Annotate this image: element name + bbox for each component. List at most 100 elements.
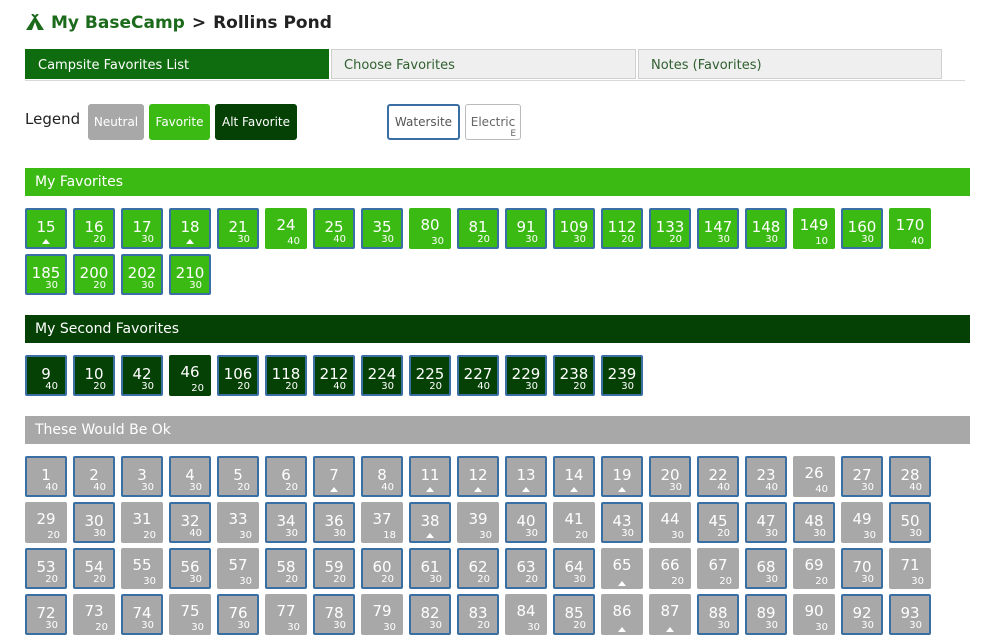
campsite-tile[interactable]: 170 40 — [889, 208, 931, 249]
campsite-tile[interactable]: 2 40 — [73, 456, 115, 497]
campsite-tile[interactable]: 1 40 — [25, 456, 67, 497]
campsite-tile[interactable]: 32 40 — [169, 502, 211, 543]
campsite-tile[interactable]: 33 30 — [217, 502, 259, 543]
campsite-tile[interactable]: 112 20 — [601, 208, 643, 249]
campsite-tile[interactable]: 30 30 — [73, 502, 115, 543]
campsite-tile[interactable]: 78 30 — [313, 594, 355, 635]
campsite-tile[interactable]: 19 — [601, 456, 643, 497]
campsite-tile[interactable]: 87 — [649, 594, 691, 635]
campsite-tile[interactable]: 202 30 — [121, 254, 163, 295]
campsite-tile[interactable]: 80 30 — [409, 208, 451, 249]
campsite-tile[interactable]: 90 30 — [793, 594, 835, 635]
campsite-tile[interactable]: 91 30 — [505, 208, 547, 249]
campsite-tile[interactable]: 58 20 — [265, 548, 307, 589]
campsite-tile[interactable]: 57 30 — [217, 548, 259, 589]
tab-notes-favorites[interactable]: Notes (Favorites) — [638, 49, 942, 79]
campsite-tile[interactable]: 34 30 — [265, 502, 307, 543]
campsite-tile[interactable]: 28 40 — [889, 456, 931, 497]
campsite-tile[interactable]: 133 20 — [649, 208, 691, 249]
campsite-tile[interactable]: 229 30 — [505, 355, 547, 396]
campsite-tile[interactable]: 56 30 — [169, 548, 211, 589]
campsite-tile[interactable]: 85 20 — [553, 594, 595, 635]
campsite-tile[interactable]: 20 30 — [649, 456, 691, 497]
campsite-tile[interactable]: 65 — [601, 548, 643, 589]
campsite-tile[interactable]: 74 30 — [121, 594, 163, 635]
campsite-tile[interactable]: 42 30 — [121, 355, 163, 396]
campsite-tile[interactable]: 48 30 — [793, 502, 835, 543]
campsite-tile[interactable]: 200 20 — [73, 254, 115, 295]
campsite-tile[interactable]: 66 20 — [649, 548, 691, 589]
campsite-tile[interactable]: 225 20 — [409, 355, 451, 396]
campsite-tile[interactable]: 14 — [553, 456, 595, 497]
campsite-tile[interactable]: 38 — [409, 502, 451, 543]
campsite-tile[interactable]: 73 20 — [73, 594, 115, 635]
campsite-tile[interactable]: 86 — [601, 594, 643, 635]
campsite-tile[interactable]: 82 30 — [409, 594, 451, 635]
campsite-tile[interactable]: 8 40 — [361, 456, 403, 497]
campsite-tile[interactable]: 39 30 — [457, 502, 499, 543]
campsite-tile[interactable]: 11 — [409, 456, 451, 497]
basecamp-link[interactable]: My BaseCamp — [51, 13, 185, 33]
campsite-tile[interactable]: 63 20 — [505, 548, 547, 589]
campsite-tile[interactable]: 239 30 — [601, 355, 643, 396]
campsite-tile[interactable]: 6 20 — [265, 456, 307, 497]
campsite-tile[interactable]: 62 20 — [457, 548, 499, 589]
campsite-tile[interactable]: 84 30 — [505, 594, 547, 635]
campsite-tile[interactable]: 55 30 — [121, 548, 163, 589]
campsite-tile[interactable]: 49 30 — [841, 502, 883, 543]
campsite-tile[interactable]: 9 40 — [25, 355, 67, 396]
campsite-tile[interactable]: 61 30 — [409, 548, 451, 589]
campsite-tile[interactable]: 77 30 — [265, 594, 307, 635]
campsite-tile[interactable]: 88 30 — [697, 594, 739, 635]
campsite-tile[interactable]: 81 20 — [457, 208, 499, 249]
tab-campsite-favorites-list[interactable]: Campsite Favorites List — [25, 49, 329, 79]
campsite-tile[interactable]: 35 30 — [361, 208, 403, 249]
campsite-tile[interactable]: 43 30 — [601, 502, 643, 543]
campsite-tile[interactable]: 92 30 — [841, 594, 883, 635]
campsite-tile[interactable]: 109 30 — [553, 208, 595, 249]
campsite-tile[interactable]: 23 40 — [745, 456, 787, 497]
campsite-tile[interactable]: 79 30 — [361, 594, 403, 635]
campsite-tile[interactable]: 75 30 — [169, 594, 211, 635]
tab-choose-favorites[interactable]: Choose Favorites — [331, 49, 636, 79]
campsite-tile[interactable]: 53 20 — [25, 548, 67, 589]
campsite-tile[interactable]: 60 20 — [361, 548, 403, 589]
campsite-tile[interactable]: 5 20 — [217, 456, 259, 497]
campsite-tile[interactable]: 4 30 — [169, 456, 211, 497]
campsite-tile[interactable]: 41 20 — [553, 502, 595, 543]
campsite-tile[interactable]: 148 30 — [745, 208, 787, 249]
campsite-tile[interactable]: 54 20 — [73, 548, 115, 589]
campsite-tile[interactable]: 118 20 — [265, 355, 307, 396]
campsite-tile[interactable]: 70 30 — [841, 548, 883, 589]
campsite-tile[interactable]: 18 — [169, 208, 211, 249]
campsite-tile[interactable]: 15 — [25, 208, 67, 249]
campsite-tile[interactable]: 59 20 — [313, 548, 355, 589]
campsite-tile[interactable]: 40 30 — [505, 502, 547, 543]
campsite-tile[interactable]: 67 20 — [697, 548, 739, 589]
campsite-tile[interactable]: 7 — [313, 456, 355, 497]
campsite-tile[interactable]: 149 10 — [793, 208, 835, 249]
campsite-tile[interactable]: 29 20 — [25, 502, 67, 543]
campsite-tile[interactable]: 47 30 — [745, 502, 787, 543]
campsite-tile[interactable]: 210 30 — [169, 254, 211, 295]
campsite-tile[interactable]: 27 30 — [841, 456, 883, 497]
campsite-tile[interactable]: 238 20 — [553, 355, 595, 396]
campsite-tile[interactable]: 160 30 — [841, 208, 883, 249]
campsite-tile[interactable]: 212 40 — [313, 355, 355, 396]
campsite-tile[interactable]: 64 30 — [553, 548, 595, 589]
campsite-tile[interactable]: 69 20 — [793, 548, 835, 589]
campsite-tile[interactable]: 68 30 — [745, 548, 787, 589]
campsite-tile[interactable]: 21 30 — [217, 208, 259, 249]
campsite-tile[interactable]: 71 30 — [889, 548, 931, 589]
campsite-tile[interactable]: 26 40 — [793, 456, 835, 497]
campsite-tile[interactable]: 227 40 — [457, 355, 499, 396]
campsite-tile[interactable]: 16 20 — [73, 208, 115, 249]
campsite-tile[interactable]: 44 30 — [649, 502, 691, 543]
campsite-tile[interactable]: 12 — [457, 456, 499, 497]
campsite-tile[interactable]: 45 20 — [697, 502, 739, 543]
campsite-tile[interactable]: 36 30 — [313, 502, 355, 543]
campsite-tile[interactable]: 72 30 — [25, 594, 67, 635]
campsite-tile[interactable]: 25 40 — [313, 208, 355, 249]
campsite-tile[interactable]: 93 30 — [889, 594, 931, 635]
campsite-tile[interactable]: 37 18 — [361, 502, 403, 543]
